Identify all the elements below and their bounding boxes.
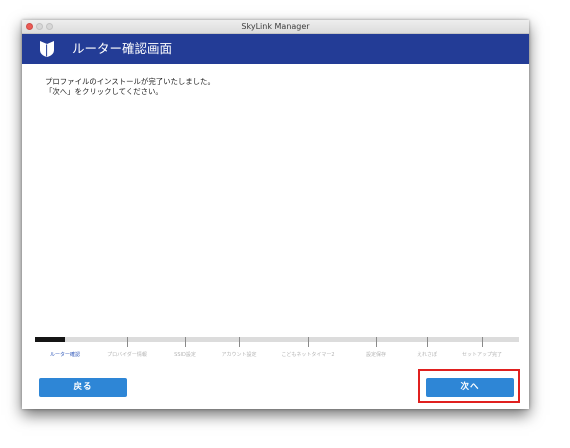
- progress-step-label: ルーター確認: [49, 352, 81, 358]
- title-bar: SkyLink Manager: [22, 20, 529, 34]
- shield-logo-icon: [40, 41, 54, 57]
- back-button[interactable]: 戻る: [39, 378, 127, 397]
- progress-step-label: 設定保存: [365, 352, 387, 358]
- progress-step-label: アカウント設定: [221, 352, 257, 358]
- progress-tick: [185, 337, 186, 347]
- window-title: SkyLink Manager: [241, 22, 310, 31]
- progress-tick: [427, 337, 428, 347]
- app-window: SkyLink Manager ルーター確認画面 プロファイルのインストールが完…: [22, 20, 529, 409]
- page-header: ルーター確認画面: [22, 34, 529, 64]
- progress-tick: [308, 337, 309, 347]
- status-message: プロファイルのインストールが完了いたしました。 「次へ」をクリックしてください。: [45, 77, 215, 97]
- progress-step-label: SSID設定: [174, 352, 196, 358]
- progress-tick: [127, 337, 128, 347]
- progress-tick: [376, 337, 377, 347]
- progress-step-label: プロバイダー情報: [107, 352, 147, 358]
- progress-step-label: えれさぽ: [416, 352, 438, 358]
- page-title: ルーター確認画面: [72, 41, 173, 56]
- progress-fill: [35, 337, 65, 342]
- next-button-highlight: [418, 369, 520, 403]
- progress-step-label: こどもネットタイマー2: [281, 352, 335, 358]
- message-line-2: 「次へ」をクリックしてください。: [45, 87, 163, 96]
- progress-tick: [482, 337, 483, 347]
- progress-step-label: セットアップ完了: [461, 352, 503, 358]
- progress-track: [35, 337, 519, 342]
- message-line-1: プロファイルのインストールが完了いたしました。: [45, 77, 215, 86]
- progress-tick: [239, 337, 240, 347]
- setup-progress: ルーター確認 プロバイダー情報 SSID設定 アカウント設定 こどもネットタイマー2 設定…: [35, 337, 519, 361]
